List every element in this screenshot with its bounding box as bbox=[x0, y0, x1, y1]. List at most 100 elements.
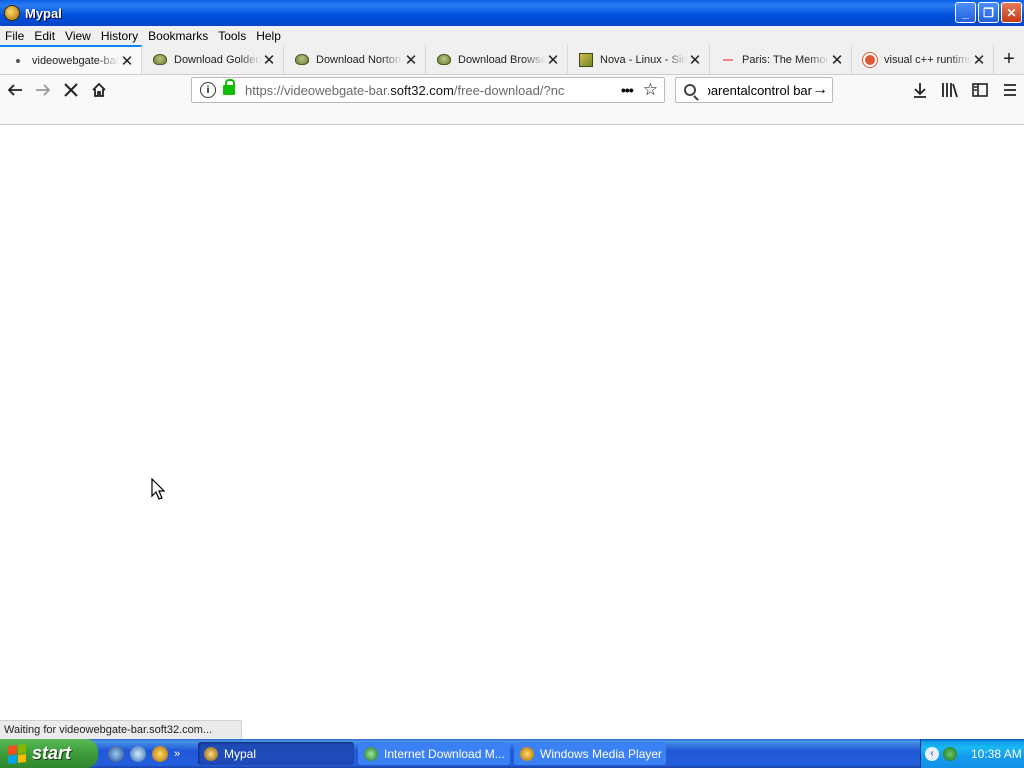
taskbar-item-wmp[interactable]: Windows Media Player bbox=[514, 742, 666, 765]
quick-launch-more-icon[interactable]: » bbox=[174, 748, 180, 760]
navigation-toolbar: i https://videowebgate-bar.soft32.com/fr… bbox=[0, 75, 1024, 105]
url-prefix: https://videowebgate-bar. bbox=[245, 82, 391, 98]
url-path: /free-download/?nc bbox=[453, 82, 565, 98]
bookmarks-toolbar bbox=[0, 105, 1024, 125]
tab-label: Download Golden Retriever bbox=[174, 53, 261, 66]
windows-flag-icon bbox=[8, 743, 26, 764]
task-label: Mypal bbox=[224, 746, 257, 761]
hamburger-menu-button[interactable] bbox=[995, 76, 1024, 104]
download-arrow-icon bbox=[914, 83, 926, 98]
tab-close-icon[interactable]: ✕ bbox=[403, 52, 419, 69]
internet-explorer-icon[interactable] bbox=[108, 745, 124, 762]
home-button[interactable] bbox=[85, 76, 113, 104]
bookmark-star-icon[interactable]: ☆ bbox=[643, 80, 658, 100]
mypal-task-icon bbox=[204, 746, 218, 761]
search-bar[interactable]: parentalcontrol bar → bbox=[675, 77, 833, 103]
tab-label: Download Norton bbox=[316, 53, 401, 66]
paris-icon bbox=[720, 52, 736, 68]
forward-button[interactable] bbox=[29, 76, 57, 104]
menu-view[interactable]: View bbox=[60, 29, 96, 43]
search-go-icon[interactable]: → bbox=[812, 81, 828, 99]
mypal-app-icon bbox=[4, 5, 20, 21]
frog-icon bbox=[152, 52, 168, 68]
start-label: start bbox=[32, 743, 72, 763]
tab-label: Nova - Linux - Sim bbox=[600, 53, 687, 66]
tab-label: videowebgate-bar.soft32.com bbox=[32, 54, 119, 67]
info-icon[interactable]: i bbox=[200, 82, 216, 98]
tab-close-icon[interactable]: ✕ bbox=[829, 52, 845, 69]
close-window-button[interactable]: ✕ bbox=[1001, 2, 1022, 23]
minimize-button[interactable]: _ bbox=[955, 2, 976, 23]
url-text[interactable]: https://videowebgate-bar.soft32.com/free… bbox=[245, 83, 621, 98]
stop-button[interactable] bbox=[57, 76, 85, 104]
sidebar-button[interactable] bbox=[965, 76, 995, 104]
outlook-express-icon[interactable] bbox=[130, 745, 146, 762]
menu-file[interactable]: File bbox=[0, 29, 29, 43]
window-controls: _ ❐ ✕ bbox=[955, 2, 1022, 23]
tab-label: Paris: The Memoirs bbox=[742, 53, 829, 66]
tray-expand-icon[interactable]: ‹ bbox=[925, 746, 939, 761]
tab-paris-memoirs[interactable]: Paris: The Memoirs ✕ bbox=[710, 45, 852, 74]
tab-close-icon[interactable]: ✕ bbox=[119, 53, 135, 70]
restore-button[interactable]: ❐ bbox=[978, 2, 999, 23]
window-titlebar: Mypal _ ❐ ✕ bbox=[0, 0, 1024, 26]
sidebar-icon bbox=[972, 83, 988, 97]
url-bar[interactable]: i https://videowebgate-bar.soft32.com/fr… bbox=[191, 77, 665, 103]
forward-arrow-icon bbox=[36, 84, 51, 96]
tab-download-golden[interactable]: Download Golden Retriever ✕ bbox=[142, 45, 284, 74]
menu-edit[interactable]: Edit bbox=[29, 29, 60, 43]
tab-close-icon[interactable]: ✕ bbox=[545, 52, 561, 69]
media-player-icon[interactable] bbox=[152, 745, 168, 762]
downloads-button[interactable] bbox=[905, 76, 935, 104]
start-button[interactable]: start bbox=[0, 739, 98, 768]
back-arrow-icon bbox=[7, 84, 22, 96]
task-label: Windows Media Player bbox=[540, 746, 663, 761]
frog-icon bbox=[436, 52, 452, 68]
tab-close-icon[interactable]: ✕ bbox=[971, 52, 987, 69]
frog-icon bbox=[294, 52, 310, 68]
nova-icon bbox=[578, 52, 594, 68]
status-bar: Waiting for videowebgate-bar.soft32.com.… bbox=[0, 720, 242, 739]
lock-icon bbox=[223, 79, 235, 95]
tab-close-icon[interactable]: ✕ bbox=[687, 52, 703, 69]
wmp-task-icon bbox=[520, 746, 534, 761]
windows-taskbar: start » Mypal Internet Download M... Win… bbox=[0, 739, 1024, 768]
tab-download-browser[interactable]: Download Browser ✕ bbox=[426, 45, 568, 74]
duckduckgo-icon bbox=[862, 52, 878, 68]
taskbar-item-idm[interactable]: Internet Download M... bbox=[358, 742, 510, 765]
task-label: Internet Download M... bbox=[384, 746, 505, 761]
page-content[interactable] bbox=[0, 126, 1024, 740]
quick-launch: » bbox=[108, 745, 198, 762]
network-tray-icon[interactable] bbox=[943, 746, 957, 761]
search-icon bbox=[684, 84, 696, 96]
tab-close-icon[interactable]: ✕ bbox=[261, 52, 277, 69]
url-domain: soft32.com bbox=[390, 82, 454, 98]
tab-download-norton[interactable]: Download Norton ✕ bbox=[284, 45, 426, 74]
menu-history[interactable]: History bbox=[96, 29, 143, 43]
tab-visual-cpp[interactable]: visual c++ runtime ✕ bbox=[852, 45, 994, 74]
search-input[interactable]: parentalcontrol bar bbox=[708, 83, 812, 98]
tray-clock[interactable]: 10:38 AM bbox=[971, 747, 1022, 761]
library-icon bbox=[942, 83, 958, 98]
tab-videowebgate[interactable]: videowebgate-bar.soft32.com ✕ bbox=[0, 45, 142, 74]
toolbar-right-buttons bbox=[905, 76, 1024, 104]
page-actions-more-icon[interactable]: ••• bbox=[621, 82, 634, 98]
taskbar-item-mypal[interactable]: Mypal bbox=[198, 742, 354, 765]
tab-label: Download Browser bbox=[458, 53, 545, 66]
tab-bar: videowebgate-bar.soft32.com ✕ Download G… bbox=[0, 45, 1024, 75]
stop-x-icon bbox=[64, 83, 78, 97]
window-title: Mypal bbox=[25, 5, 62, 21]
idm-task-icon bbox=[364, 746, 378, 761]
home-icon bbox=[92, 82, 106, 97]
menu-tools[interactable]: Tools bbox=[213, 29, 251, 43]
back-button[interactable] bbox=[1, 76, 29, 104]
tab-label: visual c++ runtime bbox=[884, 53, 971, 66]
loading-dot-icon bbox=[10, 53, 26, 69]
menu-help[interactable]: Help bbox=[251, 29, 286, 43]
library-button[interactable] bbox=[935, 76, 965, 104]
new-tab-button[interactable]: + bbox=[994, 45, 1024, 74]
hamburger-icon bbox=[1004, 84, 1016, 96]
tab-nova-linux[interactable]: Nova - Linux - Sim ✕ bbox=[568, 45, 710, 74]
menu-bookmarks[interactable]: Bookmarks bbox=[143, 29, 213, 43]
menu-bar: File Edit View History Bookmarks Tools H… bbox=[0, 26, 1024, 45]
